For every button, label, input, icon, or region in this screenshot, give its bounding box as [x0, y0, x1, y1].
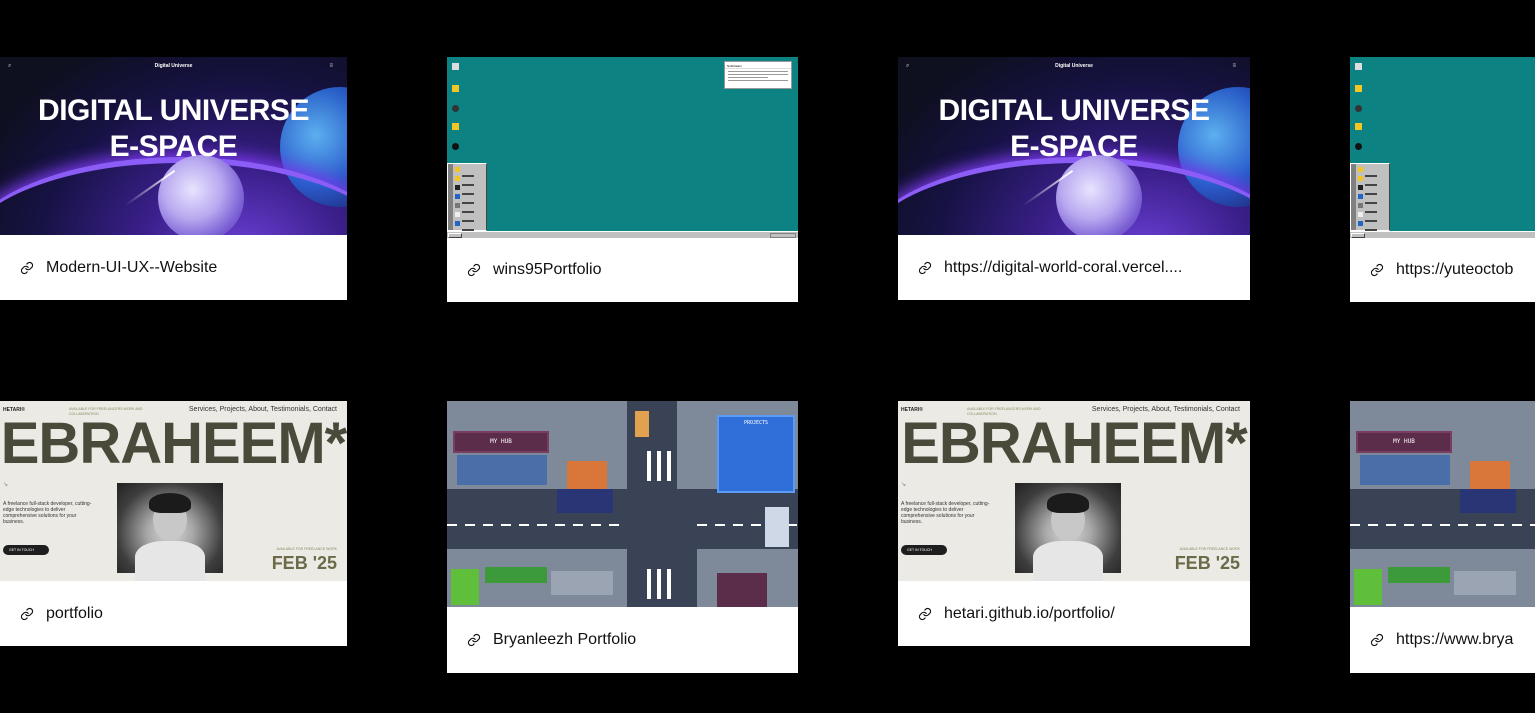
notification-window: Notification — [724, 61, 792, 89]
thumb-name: EBRAHEEM* — [0, 411, 347, 476]
thumb-availability-2: AVAILABLE FOR FREELANCE WORK — [1179, 547, 1240, 551]
card-title[interactable]: wins95Portfolio — [493, 261, 602, 279]
folder-icon — [452, 85, 459, 92]
building-projects: PROJECTS — [717, 415, 795, 493]
thumb-nav-title: Digital Universe — [1055, 63, 1093, 69]
link-icon — [20, 607, 34, 620]
thumb-cta-button: GET IN TOUCH — [901, 545, 947, 555]
moon-graphic — [1056, 155, 1142, 235]
building-my-hub: MY HUB — [453, 431, 549, 453]
computer-icon — [1355, 63, 1362, 70]
user-icon — [1355, 105, 1362, 112]
card-caption[interactable]: Bryanleezh Portfolio — [447, 607, 798, 673]
menu-icon: ≡ — [329, 63, 333, 69]
portrait-photo — [117, 483, 223, 581]
project-card-digital-world[interactable]: ⌕ Digital Universe ≡ DIGITAL UNIVERSE E-… — [898, 57, 1250, 300]
thumb-description: A freelance full-stack developer, cuttin… — [901, 501, 990, 525]
card-caption[interactable]: https://digital-world-coral.vercel.... — [898, 235, 1250, 300]
notification-title: Notification — [725, 62, 791, 69]
project-card-bryanleezh[interactable]: MY HUB PROJECTS Bryanleezh Portfolio — [447, 401, 798, 673]
card-title[interactable]: https://digital-world-coral.vercel.... — [944, 259, 1182, 277]
moon-graphic — [158, 155, 244, 235]
project-thumbnail: HETARI® AVAILABLE FOR FREELANCERS WORK A… — [0, 401, 347, 581]
project-thumbnail: Notification — [447, 57, 798, 238]
link-icon — [1370, 263, 1384, 277]
project-thumbnail: ⌕ Digital Universe ≡ DIGITAL UNIVERSE E-… — [0, 57, 347, 235]
card-title[interactable]: Bryanleezh Portfolio — [493, 631, 636, 649]
menu-icon: ≡ — [1232, 63, 1236, 69]
link-icon — [1370, 633, 1384, 647]
card-title[interactable]: hetari.github.io/portfolio/ — [944, 605, 1115, 623]
thumb-headline-1: DIGITAL UNIVERSE — [938, 94, 1210, 127]
project-card-hetari[interactable]: HETARI® AVAILABLE FOR FREELANCERS WORK A… — [898, 401, 1250, 646]
building-my-hub: MY HUB — [1356, 431, 1452, 453]
project-thumbnail: MY HUB — [1350, 401, 1535, 607]
card-caption[interactable]: wins95Portfolio — [447, 238, 798, 302]
thumb-name: EBRAHEEM* — [901, 411, 1248, 476]
card-title[interactable]: https://yuteoctob — [1396, 261, 1513, 279]
thumb-description: A freelance full-stack developer, cuttin… — [3, 501, 92, 525]
start-menu — [447, 163, 487, 231]
thumb-availability-2: AVAILABLE FOR FREELANCE WORK — [276, 547, 337, 551]
projects-sign: PROJECTS — [743, 420, 769, 426]
thumb-headline-2: E-SPACE — [1010, 130, 1138, 163]
project-card-modern-ui-ux[interactable]: ⌕ Digital Universe ≡ DIGITAL UNIVERSE E-… — [0, 57, 347, 300]
card-title[interactable]: https://www.brya — [1396, 631, 1513, 649]
folder-icon — [1355, 123, 1362, 130]
project-thumbnail — [1350, 57, 1535, 238]
thumb-nav-title: Digital Universe — [154, 63, 193, 69]
thumb-date: FEB '25 — [271, 553, 337, 573]
card-caption[interactable]: Modern-UI-UX--Website — [0, 235, 347, 300]
folder-icon — [452, 123, 459, 130]
arrow-down-right-icon: ↘ — [901, 482, 907, 488]
link-icon — [918, 261, 932, 274]
github-icon — [452, 143, 459, 150]
project-card-yuteoctob[interactable]: https://yuteoctob — [1350, 57, 1535, 302]
project-card-wins95[interactable]: Notification wins95Portfolio — [447, 57, 798, 302]
project-card-brya[interactable]: MY HUB https://www.brya — [1350, 401, 1535, 673]
project-thumbnail: HETARI® AVAILABLE FOR FREELANCERS WORK A… — [898, 401, 1250, 581]
link-icon — [467, 263, 481, 277]
portrait-photo — [1015, 483, 1121, 581]
thumb-nav: ⌕ Digital Universe ≡ — [0, 63, 347, 73]
my-hub-sign: MY HUB — [1393, 438, 1415, 445]
card-caption[interactable]: https://www.brya — [1350, 607, 1535, 673]
taskbar — [447, 231, 798, 238]
card-caption[interactable]: hetari.github.io/portfolio/ — [898, 581, 1250, 646]
project-thumbnail: MY HUB PROJECTS — [447, 401, 798, 607]
link-icon — [918, 607, 932, 620]
link-icon — [20, 261, 34, 274]
start-menu — [1350, 163, 1390, 231]
card-title[interactable]: Modern-UI-UX--Website — [46, 259, 217, 277]
arrow-down-right-icon: ↘ — [3, 482, 9, 488]
project-card-portfolio[interactable]: HETARI® AVAILABLE FOR FREELANCERS WORK A… — [0, 401, 347, 646]
user-icon — [452, 105, 459, 112]
taskbar — [1350, 231, 1535, 238]
thumb-cta-button: GET IN TOUCH — [3, 545, 49, 555]
project-thumbnail: ⌕ Digital Universe ≡ DIGITAL UNIVERSE E-… — [898, 57, 1250, 235]
github-icon — [1355, 143, 1362, 150]
card-caption[interactable]: https://yuteoctob — [1350, 238, 1535, 302]
link-icon — [467, 633, 481, 647]
my-hub-sign: MY HUB — [490, 438, 512, 445]
card-caption[interactable]: portfolio — [0, 581, 347, 646]
folder-icon — [1355, 85, 1362, 92]
card-title[interactable]: portfolio — [46, 605, 103, 623]
computer-icon — [452, 63, 459, 70]
thumb-headline-2: E-SPACE — [109, 130, 238, 163]
thumb-nav: ⌕ Digital Universe ≡ — [898, 63, 1250, 73]
thumb-headline-1: DIGITAL UNIVERSE — [38, 94, 309, 127]
thumb-date: FEB '25 — [1174, 553, 1240, 573]
